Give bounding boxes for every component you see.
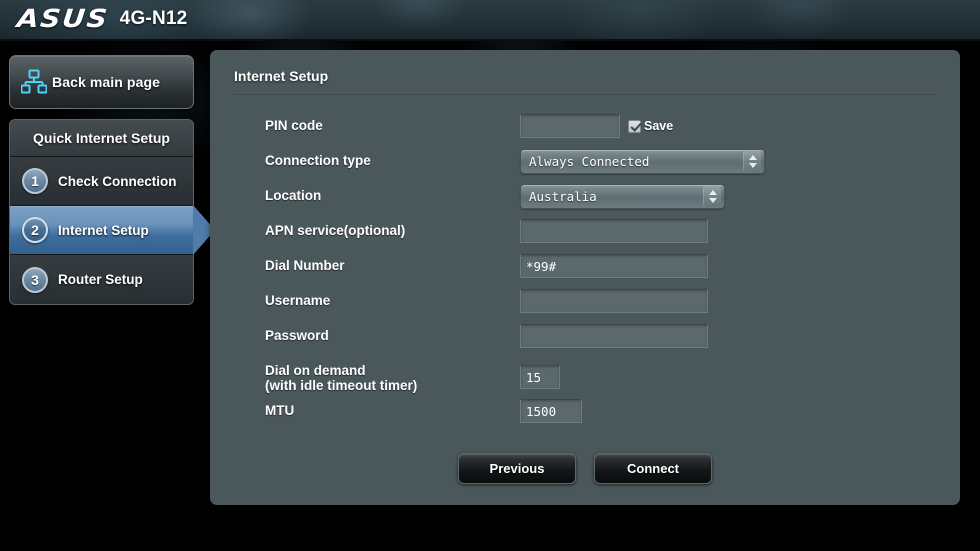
step-number-badge: 1 [22,168,48,194]
stepper-arrows-icon[interactable] [743,151,761,172]
sidebar-item-check-connection[interactable]: 1 Check Connection [10,157,193,206]
sidebar-item-router-setup[interactable]: 3 Router Setup [10,255,193,304]
username-input[interactable] [520,289,708,313]
sidebar-item-internet-setup[interactable]: 2 Internet Setup [10,206,193,255]
title-divider [234,94,936,95]
chevron-down-icon [748,163,757,168]
location-value: Australia [529,189,597,204]
chevron-down-icon [708,198,717,203]
asus-logo: ASUS [15,4,111,33]
dial-on-demand-input[interactable] [520,365,560,389]
form-action-buttons: Previous Connect [210,453,960,484]
step-number-badge: 3 [22,266,48,293]
stepper-arrows-icon[interactable] [703,186,721,207]
step-number-badge: 2 [22,217,48,243]
form-row-apn-service: APN service(optional) [210,217,960,252]
connection-type-value: Always Connected [529,154,650,169]
form-row-password: Password [210,322,960,357]
sidebar-item-label: Internet Setup [58,222,149,238]
network-sitemap-icon [10,69,52,95]
password-label: Password [265,328,329,343]
app-header-banner: ASUS 4G-N12 [0,0,980,41]
save-checkbox-label: Save [644,119,674,133]
dial-number-label: Dial Number [265,258,345,273]
sidebar-item-label: Router Setup [58,272,143,287]
form-row-location: Location Australia [210,182,960,217]
form-row-dial-number: Dial Number [210,252,960,287]
form-row-dial-on-demand: Dial on demand (with idle timeout timer) [210,357,960,397]
connection-type-label: Connection type [265,153,371,168]
internet-setup-panel: Internet Setup PIN code Save Connection … [210,50,960,505]
internet-setup-form: PIN code Save Connection type Always Con… [210,112,960,432]
router-admin-page: ASUS 4G-N12 Back main page Quick Interne… [0,0,980,551]
sidebar-item-label: Check Connection [58,173,177,189]
pin-code-input[interactable] [520,114,620,138]
form-row-connection-type: Connection type Always Connected [210,147,960,182]
dial-on-demand-label: Dial on demand (with idle timeout timer) [210,357,520,393]
checkmark-icon [628,119,641,133]
connect-button[interactable]: Connect [594,453,712,484]
page-title: Internet Setup [234,68,329,84]
location-select[interactable]: Australia [520,184,725,209]
save-pin-checkbox[interactable]: Save [628,119,673,133]
router-model-name: 4G-N12 [119,7,188,29]
quick-internet-setup-title: Quick Internet Setup [10,120,193,157]
chevron-up-icon [708,190,717,195]
previous-button[interactable]: Previous [458,453,576,484]
form-row-pin-code: PIN code Save [210,112,960,147]
back-main-page-button[interactable]: Back main page [9,55,194,109]
apn-service-input[interactable] [520,219,708,243]
form-row-mtu: MTU [210,397,960,432]
apn-service-label: APN service(optional) [265,223,406,238]
dial-on-demand-label-line2: (with idle timeout timer) [265,378,418,393]
back-main-page-label: Back main page [52,74,160,90]
username-label: Username [265,293,331,308]
pin-code-label: PIN code [265,118,323,133]
quick-internet-setup-panel: Quick Internet Setup 1 Check Connection … [9,119,194,305]
connection-type-select[interactable]: Always Connected [520,149,765,174]
chevron-up-icon [748,155,757,160]
dial-on-demand-label-line1: Dial on demand [265,363,366,378]
password-input[interactable] [520,324,708,348]
mtu-input[interactable] [520,399,582,423]
dial-number-input[interactable] [520,254,708,278]
mtu-label: MTU [265,403,295,418]
brand-logo-row: ASUS 4G-N12 [16,4,188,33]
location-label: Location [265,188,322,203]
form-row-username: Username [210,287,960,322]
